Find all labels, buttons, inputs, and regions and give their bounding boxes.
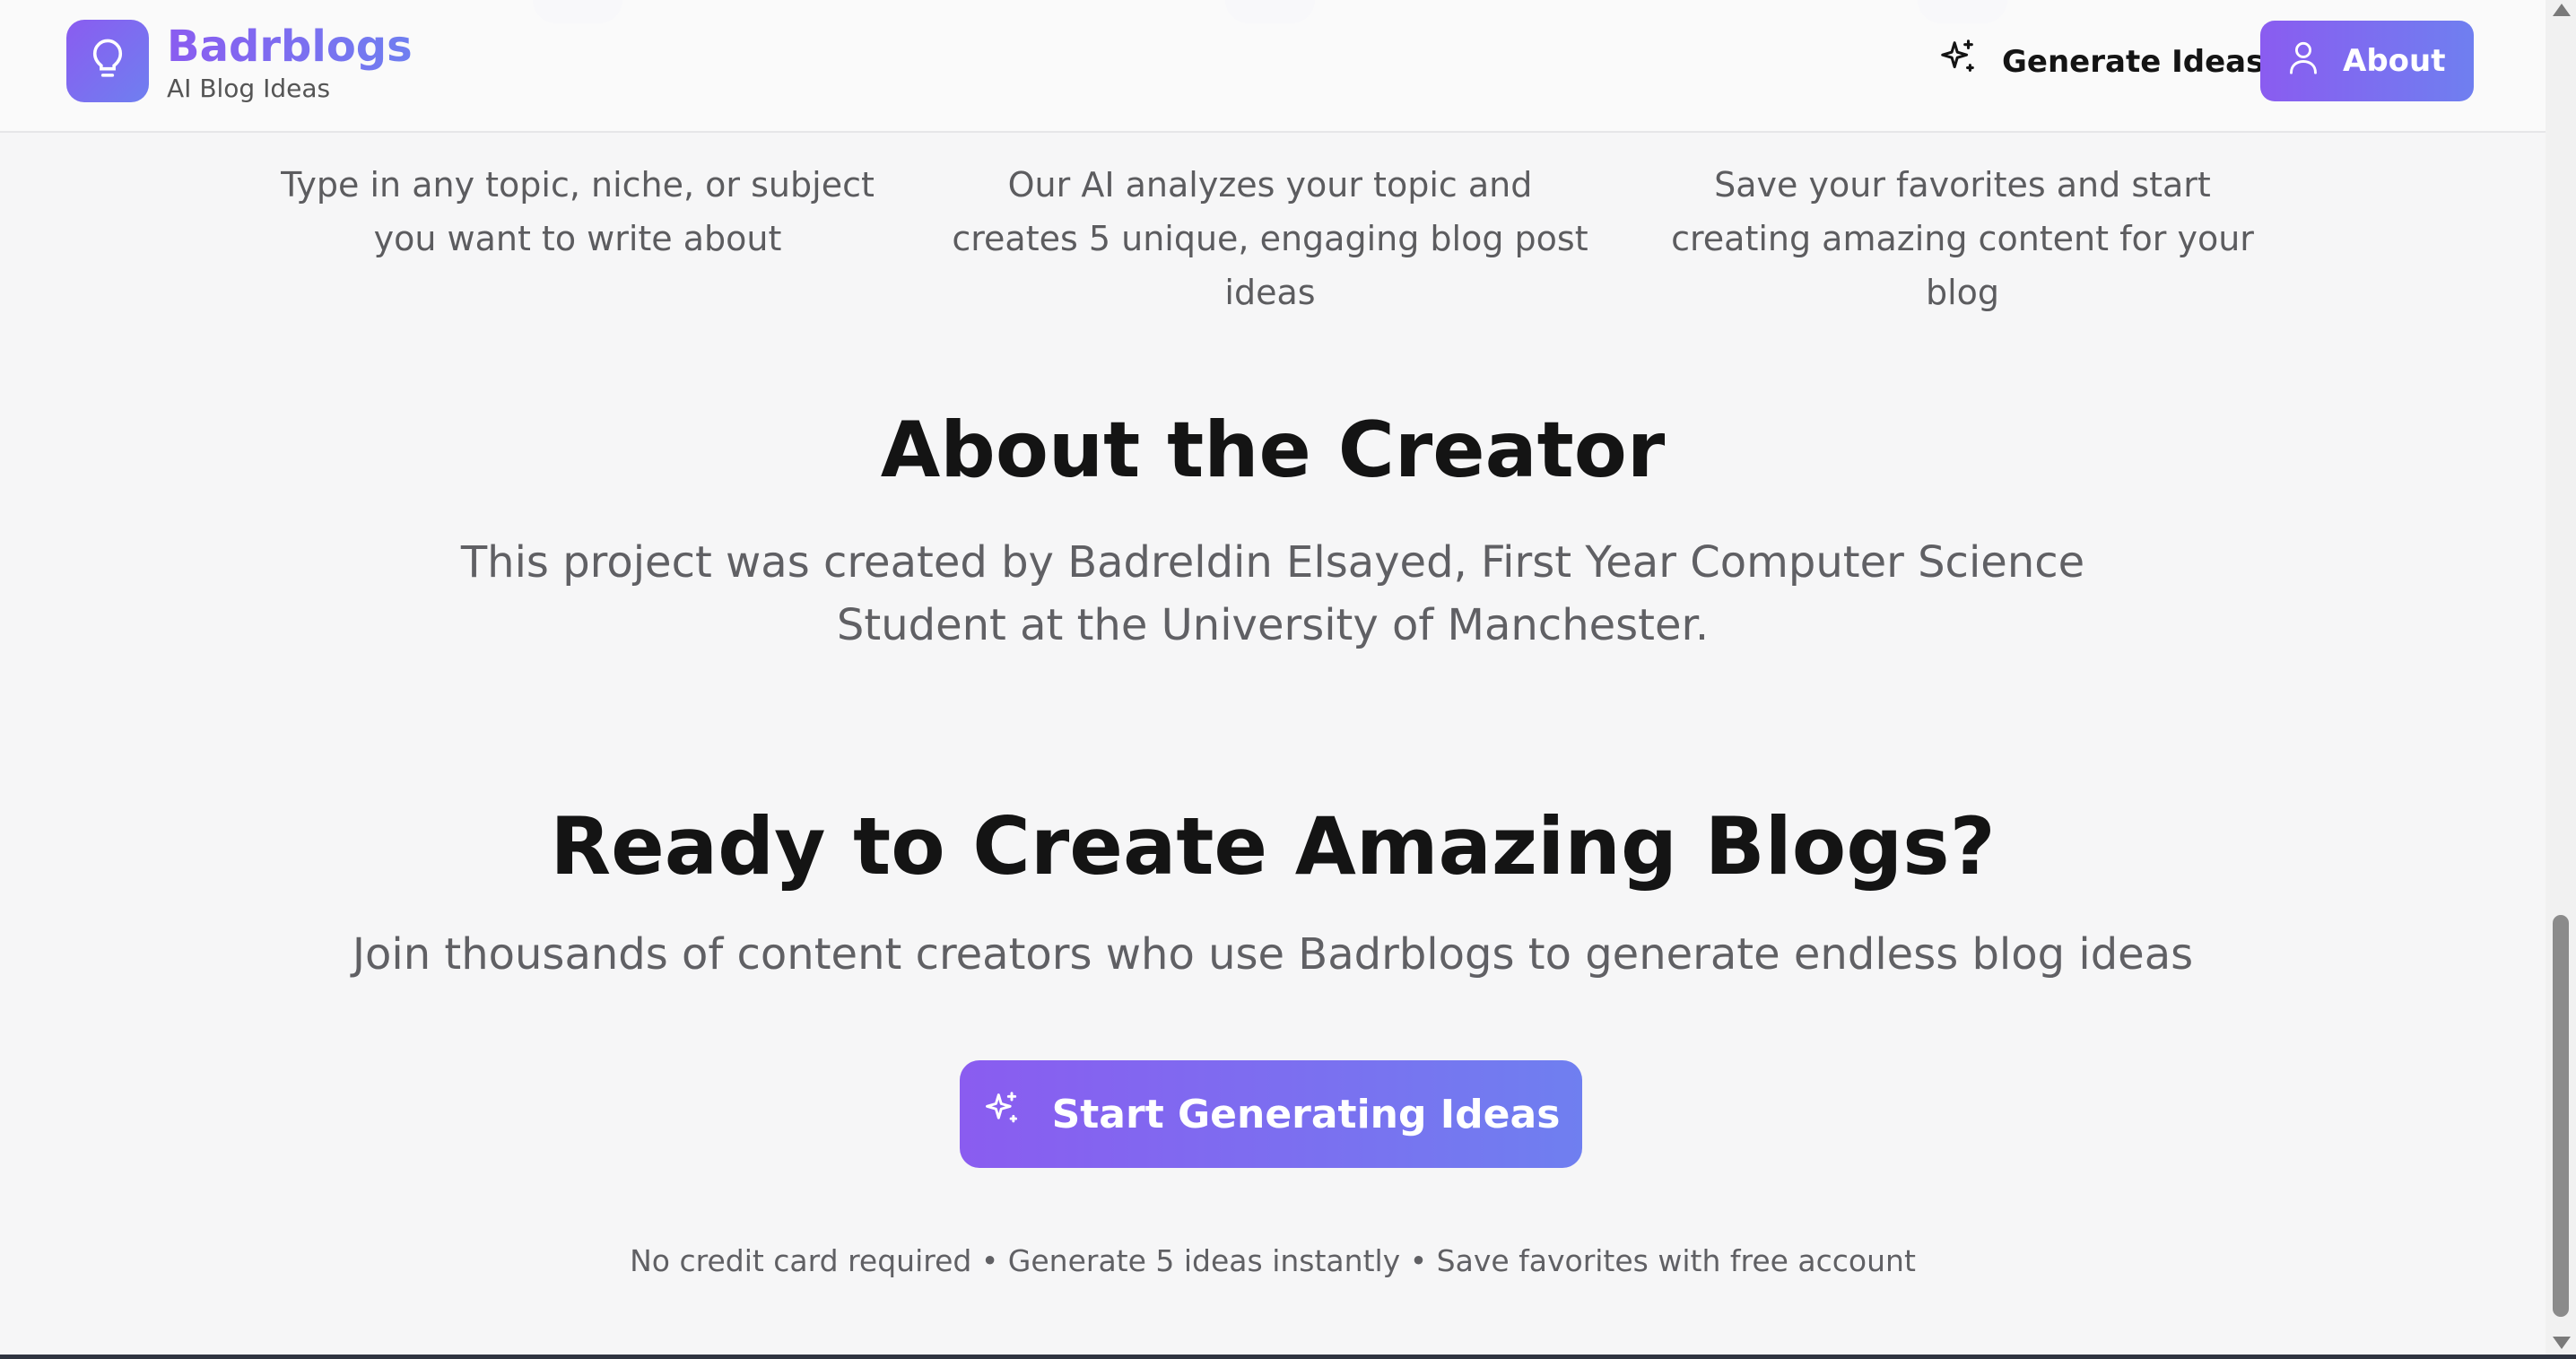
vertical-scrollbar[interactable]: [2546, 0, 2576, 1355]
step-description-2: Our AI analyzes your topic and creates 5…: [952, 165, 1588, 312]
scroll-down-arrow-icon[interactable]: [2553, 1337, 2571, 1349]
cta-subtitle: Join thousands of content creators who u…: [352, 929, 2194, 980]
sparkles-icon: [1937, 38, 1979, 87]
scrollbar-thumb[interactable]: [2553, 915, 2569, 1317]
nav-generate-label: Generate Ideas: [2002, 44, 2265, 80]
about-text: This project was created by Badreldin El…: [460, 537, 2085, 650]
step-description-1: Type in any topic, niche, or subject you…: [281, 165, 875, 258]
nav-about-label: About: [2343, 43, 2446, 79]
brand-tagline: AI Blog Ideas: [167, 74, 331, 103]
brand-name[interactable]: Badrblogs: [167, 22, 413, 72]
nav-about-button[interactable]: About: [2260, 21, 2474, 101]
start-generating-label: Start Generating Ideas: [1051, 1091, 1561, 1137]
sparkles-icon: [982, 1090, 1022, 1139]
nav-generate-ideas[interactable]: Generate Ideas: [1927, 27, 2264, 97]
about-title: About the Creator: [880, 405, 1666, 495]
cta-note: No credit card required • Generate 5 ide…: [630, 1243, 1916, 1278]
browser-viewport: Type in any topic, niche, or subject you…: [0, 0, 2576, 1359]
page-content: Type in any topic, niche, or subject you…: [0, 0, 2546, 1355]
window-bottom-edge: [0, 1355, 2576, 1359]
lightbulb-icon: [88, 37, 127, 85]
user-icon: [2287, 39, 2319, 83]
site-header: Badrblogs AI Blog Ideas Generate Ideas A…: [0, 0, 2546, 133]
cta-title: Ready to Create Amazing Blogs?: [550, 800, 1996, 893]
logo[interactable]: [66, 20, 149, 102]
scroll-up-arrow-icon[interactable]: [2553, 4, 2571, 16]
step-description-3: Save your favorites and start creating a…: [1671, 165, 2254, 312]
start-generating-button[interactable]: Start Generating Ideas: [960, 1060, 1582, 1168]
